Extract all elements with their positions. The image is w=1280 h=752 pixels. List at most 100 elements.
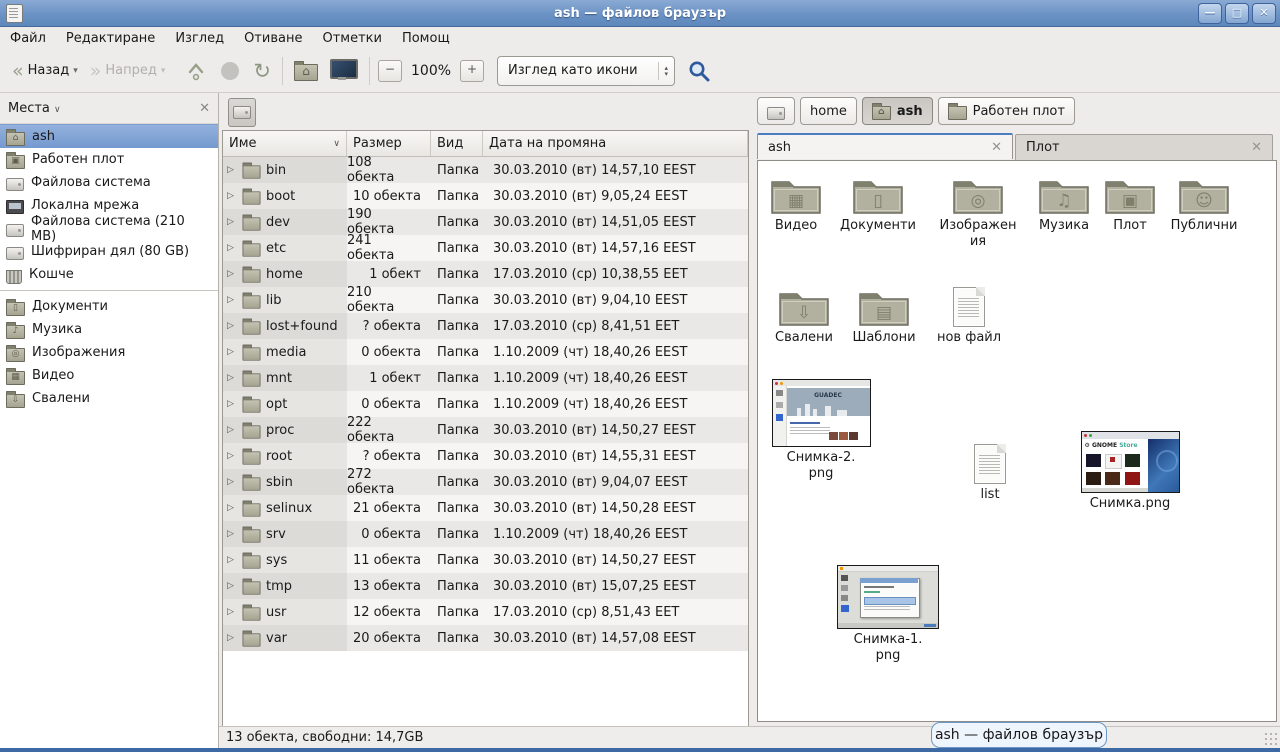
expander-icon[interactable]: ▷ <box>227 191 237 201</box>
expander-icon[interactable]: ▷ <box>227 581 237 591</box>
minimize-button[interactable]: — <box>1198 3 1222 24</box>
tab-close-icon[interactable]: ✕ <box>991 140 1002 155</box>
expander-icon[interactable]: ▷ <box>227 451 237 461</box>
menu-item-1[interactable]: Редактиране <box>56 29 165 48</box>
zoom-out-button[interactable]: − <box>378 60 402 82</box>
file-icon-Музика[interactable]: ♫ Музика <box>1029 175 1099 234</box>
maximize-button[interactable]: □ <box>1225 3 1249 24</box>
column-header-Дата на промяна[interactable]: Дата на промяна <box>483 131 748 156</box>
expander-icon[interactable]: ▷ <box>227 425 237 435</box>
expander-icon[interactable]: ▷ <box>227 373 237 383</box>
table-row[interactable]: ▷dev190 обектаПапка30.03.2010 (вт) 14,51… <box>223 209 748 235</box>
file-icon-нов файл[interactable]: нов файл <box>927 287 1011 346</box>
file-icon-Шаблони[interactable]: ▤ Шаблони <box>845 287 923 346</box>
expander-icon[interactable]: ▷ <box>227 165 237 175</box>
table-row[interactable]: ▷var20 обектаПапка30.03.2010 (вт) 14,57,… <box>223 625 748 651</box>
sidebar-item-Файлова система (210 MB)[interactable]: Файлова система (210 MB) <box>0 217 218 240</box>
file-icon-Снимка-2.png[interactable]: GUADEC Снимка-2.png <box>769 379 873 482</box>
expander-icon[interactable]: ▷ <box>227 633 237 643</box>
table-row[interactable]: ▷sbin272 обектаПапка30.03.2010 (вт) 9,04… <box>223 469 748 495</box>
column-header-Вид[interactable]: Вид <box>431 131 483 156</box>
sidebar-item-Кошче[interactable]: Кошче <box>0 263 218 286</box>
expander-icon[interactable]: ▷ <box>227 399 237 409</box>
table-row[interactable]: ▷boot10 обектаПапка30.03.2010 (вт) 9,05,… <box>223 183 748 209</box>
breadcrumb-button-root[interactable] <box>757 97 795 125</box>
table-row[interactable]: ▷bin108 обектаПапка30.03.2010 (вт) 14,57… <box>223 157 748 183</box>
file-icon-list[interactable]: list <box>957 444 1023 503</box>
table-row[interactable]: ▷srv0 обектаПапка1.10.2009 (чт) 18,40,26… <box>223 521 748 547</box>
home-button[interactable]: ⌂ <box>288 56 324 85</box>
table-row[interactable]: ▷selinux21 обектаПапка30.03.2010 (вт) 14… <box>223 495 748 521</box>
expander-icon[interactable]: ▷ <box>227 269 237 279</box>
file-icon-Плот[interactable]: ▣ Плот <box>1099 175 1161 234</box>
column-header-Име[interactable]: Име∨ <box>223 131 347 156</box>
stop-button[interactable] <box>213 56 247 86</box>
file-icon-Документи[interactable]: ▯ Документи <box>829 175 927 234</box>
reload-button[interactable]: ↻ <box>247 59 277 83</box>
expander-icon[interactable]: ▷ <box>227 347 237 357</box>
sidebar-item-Документи[interactable]: ▯Документи <box>0 295 218 318</box>
file-icon-Публични[interactable]: ☺ Публични <box>1159 175 1249 234</box>
menu-item-5[interactable]: Помощ <box>392 29 460 48</box>
table-row[interactable]: ▷media0 обектаПапка1.10.2009 (чт) 18,40,… <box>223 339 748 365</box>
file-icon-Изображения[interactable]: ◎ Изображения <box>927 175 1029 250</box>
table-row[interactable]: ▷usr12 обектаПапка17.03.2010 (ср) 8,51,4… <box>223 599 748 625</box>
file-icon-Снимка.png[interactable]: ⚙ GNOME Store Снимка.png <box>1065 431 1195 512</box>
sidebar-item-Музика[interactable]: ♪Музика <box>0 318 218 341</box>
resize-grip[interactable] <box>1264 732 1278 746</box>
up-button[interactable] <box>179 56 213 86</box>
expander-icon[interactable]: ▷ <box>227 503 237 513</box>
sidebar-item-Работен плот[interactable]: ▣Работен плот <box>0 148 218 171</box>
menu-item-3[interactable]: Отиване <box>234 29 312 48</box>
expander-icon[interactable]: ▷ <box>227 295 237 305</box>
column-header-Размер[interactable]: Размер <box>347 131 431 156</box>
menu-item-0[interactable]: Файл <box>0 29 56 48</box>
sidebar-item-Видео[interactable]: ▦Видео <box>0 364 218 387</box>
menu-item-2[interactable]: Изглед <box>165 29 234 48</box>
sidebar-item-Свалени[interactable]: ⇩Свалени <box>0 387 218 410</box>
sidebar-item-Изображения[interactable]: ◎Изображения <box>0 341 218 364</box>
table-row[interactable]: ▷lost+found? обектаПапка17.03.2010 (ср) … <box>223 313 748 339</box>
sidebar-item-ash[interactable]: ⌂ash <box>0 124 218 148</box>
back-history-dropdown[interactable]: ▾ <box>73 66 78 76</box>
breadcrumb-button-ash[interactable]: ⌂ash <box>862 97 933 125</box>
expander-icon[interactable]: ▷ <box>227 555 237 565</box>
places-selector[interactable]: Места ∨ <box>8 101 199 116</box>
back-button[interactable]: « Назад ▾ <box>6 59 84 83</box>
expander-icon[interactable]: ▷ <box>227 321 237 331</box>
sidebar-item-Шифриран дял (80 GB)[interactable]: Шифриран дял (80 GB) <box>0 240 218 263</box>
breadcrumb-button-home[interactable]: home <box>800 97 857 125</box>
expander-icon[interactable]: ▷ <box>227 607 237 617</box>
tab-Плот[interactable]: Плот✕ <box>1015 134 1273 160</box>
sidebar-close-icon[interactable]: ✕ <box>199 101 210 116</box>
expander-icon[interactable]: ▷ <box>227 529 237 539</box>
table-row[interactable]: ▷etc241 обектаПапка30.03.2010 (вт) 14,57… <box>223 235 748 261</box>
forward-history-dropdown[interactable]: ▾ <box>161 66 166 76</box>
table-row[interactable]: ▷tmp13 обектаПапка30.03.2010 (вт) 15,07,… <box>223 573 748 599</box>
tab-ash[interactable]: ash✕ <box>757 133 1013 159</box>
expander-icon[interactable]: ▷ <box>227 217 237 227</box>
menu-item-4[interactable]: Отметки <box>312 29 391 48</box>
close-button[interactable]: ✕ <box>1252 3 1276 24</box>
file-icon-Видео[interactable]: ▦ Видео <box>766 175 826 234</box>
table-row[interactable]: ▷opt0 обектаПапка1.10.2009 (чт) 18,40,26… <box>223 391 748 417</box>
tree-root-button[interactable] <box>228 98 256 127</box>
view-mode-select[interactable]: Изглед като икони ▴▾ <box>497 56 675 86</box>
sidebar-item-Файлова система[interactable]: Файлова система <box>0 171 218 194</box>
table-row[interactable]: ▷sys11 обектаПапка30.03.2010 (вт) 14,50,… <box>223 547 748 573</box>
table-row[interactable]: ▷root? обектаПапка30.03.2010 (вт) 14,55,… <box>223 443 748 469</box>
zoom-in-button[interactable]: + <box>460 60 484 82</box>
forward-button[interactable]: » Напред ▾ <box>84 59 172 83</box>
expander-icon[interactable]: ▷ <box>227 477 237 487</box>
file-icon-Снимка-1.png[interactable]: Снимка-1.png <box>835 565 941 664</box>
breadcrumb-button-Работен плот[interactable]: Работен плот <box>938 97 1075 125</box>
search-icon[interactable] <box>687 59 711 83</box>
expander-icon[interactable]: ▷ <box>227 243 237 253</box>
tab-close-icon[interactable]: ✕ <box>1251 140 1262 155</box>
table-row[interactable]: ▷lib210 обектаПапка30.03.2010 (вт) 9,04,… <box>223 287 748 313</box>
table-row[interactable]: ▷home1 обектПапка17.03.2010 (ср) 10,38,5… <box>223 261 748 287</box>
table-row[interactable]: ▷mnt1 обектПапка1.10.2009 (чт) 18,40,26 … <box>223 365 748 391</box>
file-icon-Свалени[interactable]: ⇩ Свалени <box>767 287 841 346</box>
icon-view[interactable]: ▦ Видео ▯ Документи ◎ Изображения ♫ Музи… <box>757 160 1277 722</box>
computer-button[interactable] <box>324 57 364 85</box>
